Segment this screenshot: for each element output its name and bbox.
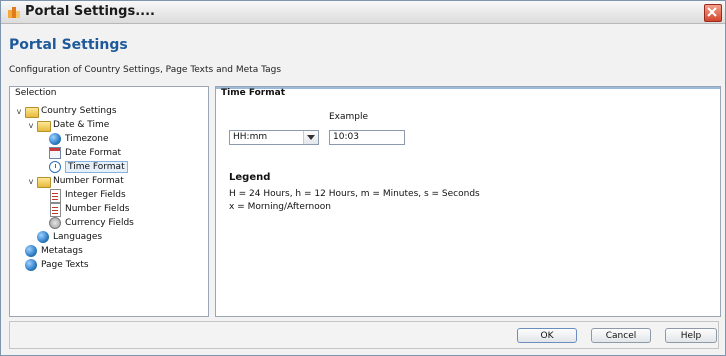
selection-panel-title: Selection (15, 88, 57, 98)
dropdown-button[interactable] (303, 131, 318, 144)
tree-item-country-settings[interactable]: v Country Settings (14, 104, 117, 118)
page-subtitle: Configuration of Country Settings, Page … (9, 65, 282, 75)
tree-item-integer-fields[interactable]: Integer Fields (48, 188, 126, 203)
globe-icon (24, 244, 38, 258)
tree-item-currency-fields[interactable]: Currency Fields (48, 216, 134, 230)
folder-icon (24, 104, 39, 118)
dialog-header: Portal Settings (9, 37, 128, 53)
legend-line-2: x = Morning/Afternoon (229, 202, 331, 212)
tree-item-page-texts[interactable]: Page Texts (24, 258, 89, 272)
globe-icon (48, 132, 62, 146)
tree-item-label: Page Texts (41, 260, 89, 270)
expand-toggle[interactable]: v (26, 177, 36, 186)
ok-button[interactable]: OK (517, 328, 577, 343)
portal-settings-window: Portal Settings.... Portal Settings Conf… (0, 0, 726, 356)
chevron-down-icon (307, 135, 315, 140)
close-icon (707, 7, 717, 17)
clock-icon (48, 160, 62, 174)
tree-item-date-time[interactable]: v Date & Time (26, 118, 109, 132)
tree-item-label: Time Format (65, 161, 128, 173)
tree-item-time-format[interactable]: Time Format (48, 160, 128, 174)
tree-item-label: Number Format (53, 176, 124, 186)
tree-item-number-format[interactable]: v Number Format (26, 174, 124, 188)
tree-item-date-format[interactable]: Date Format (48, 146, 121, 160)
time-format-panel-title: Time Format (221, 88, 285, 98)
cancel-button[interactable]: Cancel (591, 328, 651, 343)
tree-item-timezone[interactable]: Timezone (48, 132, 109, 146)
coin-icon (48, 216, 62, 230)
tree-item-number-fields[interactable]: Number Fields (48, 202, 130, 217)
globe-icon (24, 258, 38, 272)
tree-item-label: Integer Fields (65, 190, 126, 200)
time-format-select[interactable]: HH:mm (229, 130, 319, 145)
expand-toggle[interactable]: v (26, 121, 36, 130)
panel-top-border (216, 87, 720, 89)
document-icon (48, 188, 62, 203)
close-button[interactable] (704, 4, 722, 22)
globe-icon (36, 230, 50, 244)
date-format-icon (48, 146, 62, 160)
expand-toggle[interactable]: v (14, 107, 24, 116)
tree-item-label: Date & Time (53, 120, 110, 130)
legend-title: Legend (229, 172, 271, 183)
folder-icon (36, 118, 51, 132)
tree-item-label: Timezone (65, 134, 109, 144)
window-title: Portal Settings.... (25, 4, 155, 19)
selection-panel: Selection v Country Settings v Date & Ti… (9, 86, 209, 317)
folder-icon (36, 174, 51, 188)
example-field[interactable]: 10:03 (329, 130, 405, 145)
page-title: Portal Settings (9, 37, 128, 53)
tree-item-label: Number Fields (65, 204, 130, 214)
tree-item-label: Currency Fields (65, 218, 134, 228)
help-button[interactable]: Help (665, 328, 717, 343)
time-format-select-value: HH:mm (233, 132, 268, 142)
title-bar[interactable]: Portal Settings.... (1, 1, 725, 24)
example-field-value: 10:03 (333, 132, 359, 142)
portal-app-icon (8, 7, 20, 18)
document-icon (48, 202, 62, 217)
tree-item-label: Languages (53, 232, 103, 242)
tree-item-label: Country Settings (41, 106, 117, 116)
tree-item-label: Metatags (41, 246, 83, 256)
tree-item-label: Date Format (65, 148, 122, 158)
tree-item-languages[interactable]: Languages (36, 230, 102, 244)
example-label: Example (329, 112, 369, 122)
legend-line-1: H = 24 Hours, h = 12 Hours, m = Minutes,… (229, 189, 480, 199)
tree-item-metatags[interactable]: Metatags (24, 244, 83, 258)
